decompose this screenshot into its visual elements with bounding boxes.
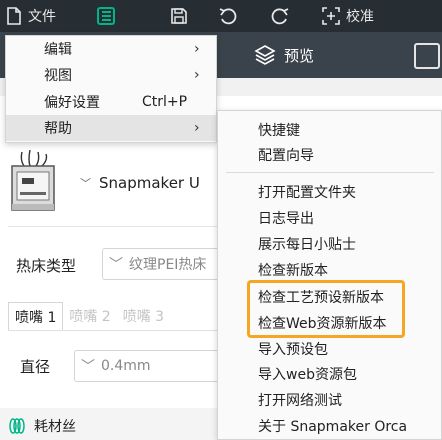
filament-spool-icon <box>9 418 25 434</box>
chevron-right-icon: › <box>194 120 200 136</box>
help-item-daily-tips[interactable]: 展示每日小贴士 <box>258 234 356 254</box>
preview-label: 预览 <box>284 46 315 65</box>
tab-preview[interactable]: 预览 <box>254 32 314 78</box>
menu-item-label: 偏好设置 <box>44 95 100 111</box>
file-icon <box>7 7 21 25</box>
calibrate-label: 校准 <box>346 9 374 25</box>
help-item-about[interactable]: 关于 Snapmaker Orca <box>258 416 407 436</box>
menu-item-edit[interactable]: 编辑 › <box>6 36 216 62</box>
menu-item-label: 帮助 <box>44 121 72 137</box>
printer-selector[interactable]: ﹀ Snapmaker U <box>80 174 200 192</box>
calibrate-icon <box>322 7 340 25</box>
menu-item-label: 编辑 <box>44 42 72 58</box>
redo-icon <box>271 8 289 25</box>
chevron-right-icon: › <box>194 67 200 83</box>
diameter-label: 直径 <box>20 358 51 376</box>
menu-item-label: 视图 <box>44 68 72 84</box>
menu-item-shortcut: Ctrl+P <box>142 94 188 110</box>
divider <box>8 330 238 331</box>
calibrate-button[interactable]: 校准 <box>322 0 374 32</box>
save-button[interactable] <box>170 0 188 32</box>
diameter-select[interactable]: ﹀ 0.4mm <box>74 350 234 382</box>
tab-nozzle-3[interactable]: 喷嘴 3 <box>117 302 170 330</box>
printer-name: Snapmaker U <box>99 174 200 192</box>
preview-cube-icon <box>254 45 276 65</box>
save-icon <box>171 8 187 24</box>
chevron-right-icon: › <box>194 41 200 57</box>
bed-type-value: 纹理PEI热床 <box>129 257 207 273</box>
tab-nozzle-2[interactable]: 喷嘴 2 <box>63 302 116 330</box>
redo-button[interactable] <box>270 0 290 32</box>
nozzle-tabs: 喷嘴 1 喷嘴 2 喷嘴 3 <box>8 302 170 330</box>
help-item-import-preset[interactable]: 导入预设包 <box>258 339 328 359</box>
menu-separator <box>226 172 434 173</box>
help-item-export-log[interactable]: 日志导出 <box>258 208 314 228</box>
main-menu-dropdown: 编辑 › 视图 › 偏好设置 Ctrl+P 帮助 › <box>5 35 217 143</box>
hamburger-icon <box>97 7 115 25</box>
undo-button[interactable] <box>218 0 238 32</box>
help-item-network-test[interactable]: 打开网络测试 <box>258 390 342 410</box>
diameter-value: 0.4mm <box>101 358 151 374</box>
top-toolbar: 文件 校准 <box>0 0 442 32</box>
main-menu-button[interactable] <box>90 2 122 30</box>
help-item-shortcuts[interactable]: 快捷键 <box>258 120 300 140</box>
side-panel-icon[interactable] <box>414 43 440 69</box>
help-submenu: 快捷键 配置向导 打开配置文件夹 日志导出 展示每日小贴士 检查新版本 检查工艺… <box>217 110 442 440</box>
undo-icon <box>219 8 237 25</box>
divider <box>8 226 238 227</box>
help-item-config-wizard[interactable]: 配置向导 <box>258 145 314 165</box>
filament-section[interactable]: 耗材丝 <box>8 416 76 436</box>
printer-image <box>11 150 55 211</box>
chevron-down-icon: ﹀ <box>81 359 95 375</box>
help-item-check-update[interactable]: 检查新版本 <box>258 260 328 280</box>
file-menu-label: 文件 <box>28 9 56 25</box>
file-menu-button[interactable]: 文件 <box>6 0 56 32</box>
highlight-box <box>247 280 405 338</box>
tab-nozzle-1[interactable]: 喷嘴 1 <box>8 302 64 330</box>
help-item-open-config-folder[interactable]: 打开配置文件夹 <box>258 182 356 202</box>
help-item-import-web[interactable]: 导入web资源包 <box>258 364 357 384</box>
chevron-down-icon: ﹀ <box>80 177 91 190</box>
menu-item-preferences[interactable]: 偏好设置 Ctrl+P <box>6 89 216 115</box>
menu-item-view[interactable]: 视图 › <box>6 62 216 88</box>
bed-type-label: 热床类型 <box>16 257 77 275</box>
filament-label: 耗材丝 <box>34 419 76 435</box>
menu-item-help[interactable]: 帮助 › <box>6 115 216 141</box>
chevron-down-icon: ﹀ <box>109 257 123 273</box>
